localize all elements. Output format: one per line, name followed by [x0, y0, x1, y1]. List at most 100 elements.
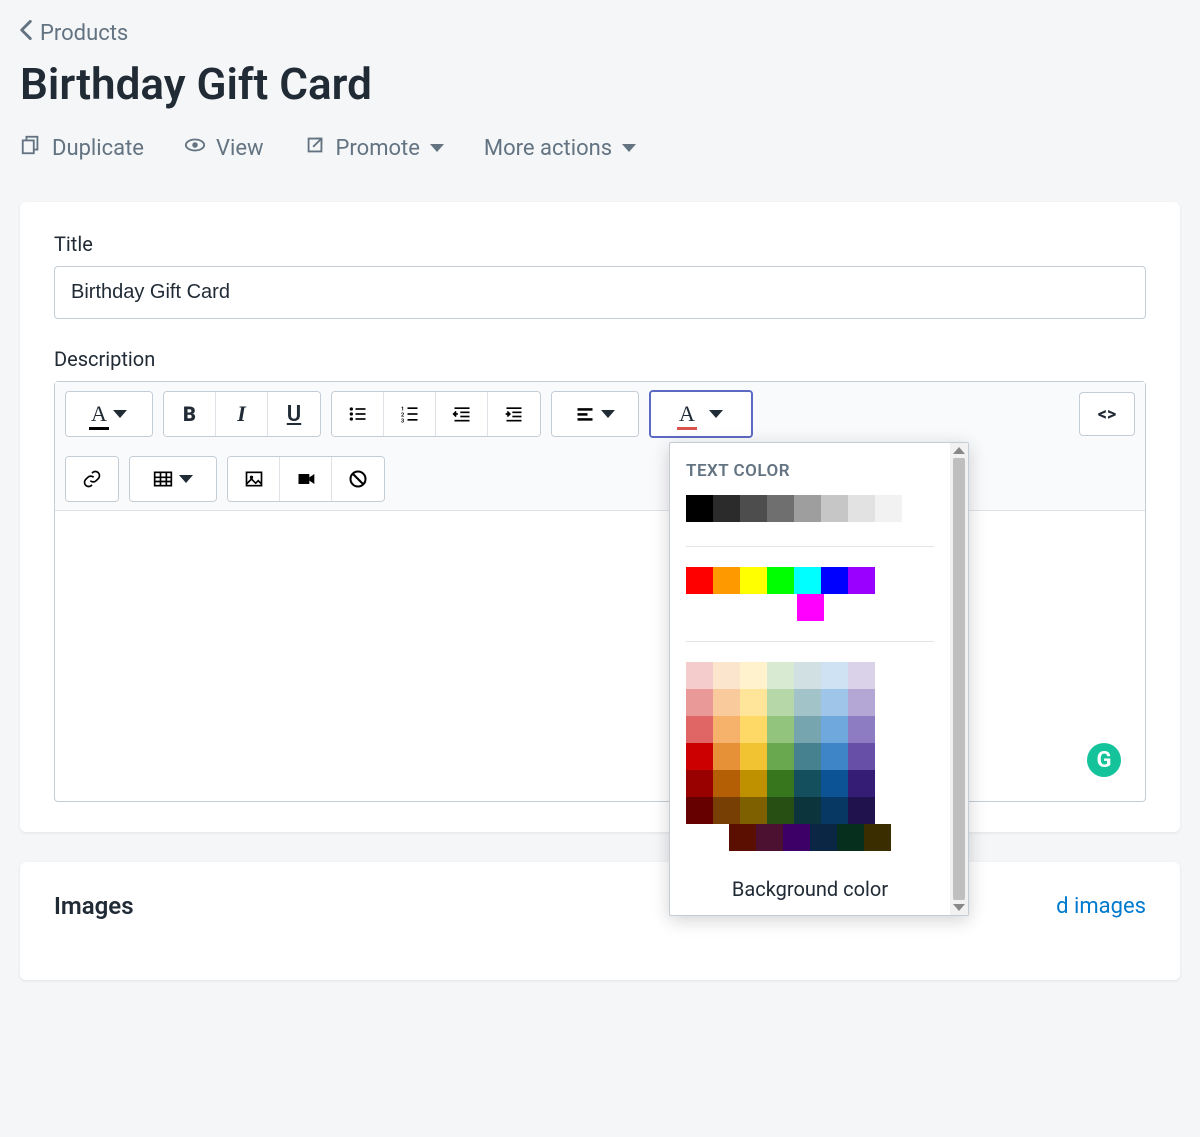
color-swatch[interactable]	[740, 743, 767, 770]
table-dropdown[interactable]	[130, 457, 216, 501]
color-swatch[interactable]	[848, 567, 875, 594]
color-swatch[interactable]	[767, 495, 794, 522]
rte-content-area[interactable]: G	[55, 511, 1145, 801]
color-swatch[interactable]	[767, 770, 794, 797]
bullet-list-button[interactable]	[332, 392, 384, 436]
color-swatch[interactable]	[794, 743, 821, 770]
bold-button[interactable]: B	[164, 392, 216, 436]
numbered-list-button[interactable]: 123	[384, 392, 436, 436]
color-swatch[interactable]	[797, 594, 824, 621]
action-bar: Duplicate View Promote More actions	[20, 134, 1180, 162]
view-action[interactable]: View	[184, 134, 264, 162]
color-swatch[interactable]	[864, 824, 891, 851]
outdent-button[interactable]	[436, 392, 488, 436]
color-swatch[interactable]	[686, 495, 713, 522]
color-swatch[interactable]	[740, 567, 767, 594]
align-dropdown[interactable]	[552, 392, 638, 436]
color-swatch[interactable]	[821, 495, 848, 522]
color-swatch[interactable]	[686, 743, 713, 770]
color-swatch[interactable]	[848, 662, 875, 689]
link-button[interactable]	[66, 457, 118, 501]
promote-action[interactable]: Promote	[304, 134, 444, 162]
color-swatch[interactable]	[848, 716, 875, 743]
color-swatch[interactable]	[686, 716, 713, 743]
scroll-down-icon	[953, 904, 965, 911]
color-swatch[interactable]	[740, 716, 767, 743]
clear-format-button[interactable]	[332, 457, 384, 501]
view-label: View	[216, 136, 264, 161]
more-actions[interactable]: More actions	[484, 136, 636, 161]
color-swatch[interactable]	[794, 716, 821, 743]
color-swatch[interactable]	[713, 495, 740, 522]
media-group	[227, 456, 385, 502]
color-swatch[interactable]	[686, 770, 713, 797]
color-swatch[interactable]	[713, 716, 740, 743]
color-swatch[interactable]	[767, 567, 794, 594]
rich-text-editor: A B I U 123	[54, 381, 1146, 802]
images-link[interactable]: d images	[1056, 894, 1146, 919]
indent-button[interactable]	[488, 392, 540, 436]
color-swatch[interactable]	[686, 797, 713, 824]
format-dropdown[interactable]: A	[66, 392, 152, 436]
title-input[interactable]	[54, 266, 1146, 319]
image-button[interactable]	[228, 457, 280, 501]
color-swatch[interactable]	[810, 824, 837, 851]
color-swatch[interactable]	[686, 662, 713, 689]
color-swatch[interactable]	[767, 797, 794, 824]
color-swatch[interactable]	[794, 662, 821, 689]
color-swatch[interactable]	[821, 797, 848, 824]
color-swatch[interactable]	[821, 567, 848, 594]
color-swatch[interactable]	[837, 824, 864, 851]
color-swatch[interactable]	[740, 689, 767, 716]
color-swatch[interactable]	[821, 716, 848, 743]
color-swatch[interactable]	[767, 716, 794, 743]
color-swatch[interactable]	[794, 495, 821, 522]
color-swatch[interactable]	[794, 689, 821, 716]
color-swatch[interactable]	[848, 743, 875, 770]
color-swatch[interactable]	[783, 824, 810, 851]
popover-scrollbar[interactable]	[950, 443, 968, 915]
caret-down-icon	[179, 475, 193, 483]
color-swatch[interactable]	[848, 495, 875, 522]
svg-text:3: 3	[400, 418, 404, 424]
color-swatch[interactable]	[875, 495, 902, 522]
color-swatch[interactable]	[713, 797, 740, 824]
color-swatch[interactable]	[821, 743, 848, 770]
duplicate-action[interactable]: Duplicate	[20, 134, 144, 162]
text-color-dropdown[interactable]: A	[651, 392, 751, 436]
background-color-option[interactable]: Background color	[686, 869, 934, 901]
color-swatch[interactable]	[821, 770, 848, 797]
grammarly-icon[interactable]: G	[1087, 743, 1121, 777]
color-swatch[interactable]	[821, 689, 848, 716]
color-swatch[interactable]	[740, 770, 767, 797]
color-swatch[interactable]	[821, 662, 848, 689]
color-swatch[interactable]	[713, 567, 740, 594]
color-swatch[interactable]	[713, 662, 740, 689]
color-swatch[interactable]	[740, 797, 767, 824]
color-swatch[interactable]	[848, 689, 875, 716]
color-swatch[interactable]	[767, 689, 794, 716]
breadcrumb-back[interactable]: Products	[20, 20, 128, 46]
color-swatch[interactable]	[713, 743, 740, 770]
code-view-toggle[interactable]: <>	[1079, 392, 1135, 436]
color-swatch[interactable]	[713, 770, 740, 797]
color-swatch[interactable]	[794, 770, 821, 797]
video-button[interactable]	[280, 457, 332, 501]
color-swatch[interactable]	[794, 567, 821, 594]
color-swatch[interactable]	[713, 689, 740, 716]
style-group: B I U	[163, 391, 321, 437]
color-swatch[interactable]	[686, 567, 713, 594]
images-section-title: Images	[54, 892, 134, 920]
color-swatch[interactable]	[756, 824, 783, 851]
color-swatch[interactable]	[740, 662, 767, 689]
color-swatch[interactable]	[848, 797, 875, 824]
italic-button[interactable]: I	[216, 392, 268, 436]
color-swatch[interactable]	[767, 662, 794, 689]
color-swatch[interactable]	[686, 689, 713, 716]
color-swatch[interactable]	[729, 824, 756, 851]
color-swatch[interactable]	[767, 743, 794, 770]
color-swatch[interactable]	[740, 495, 767, 522]
underline-button[interactable]: U	[268, 392, 320, 436]
color-swatch[interactable]	[794, 797, 821, 824]
color-swatch[interactable]	[848, 770, 875, 797]
